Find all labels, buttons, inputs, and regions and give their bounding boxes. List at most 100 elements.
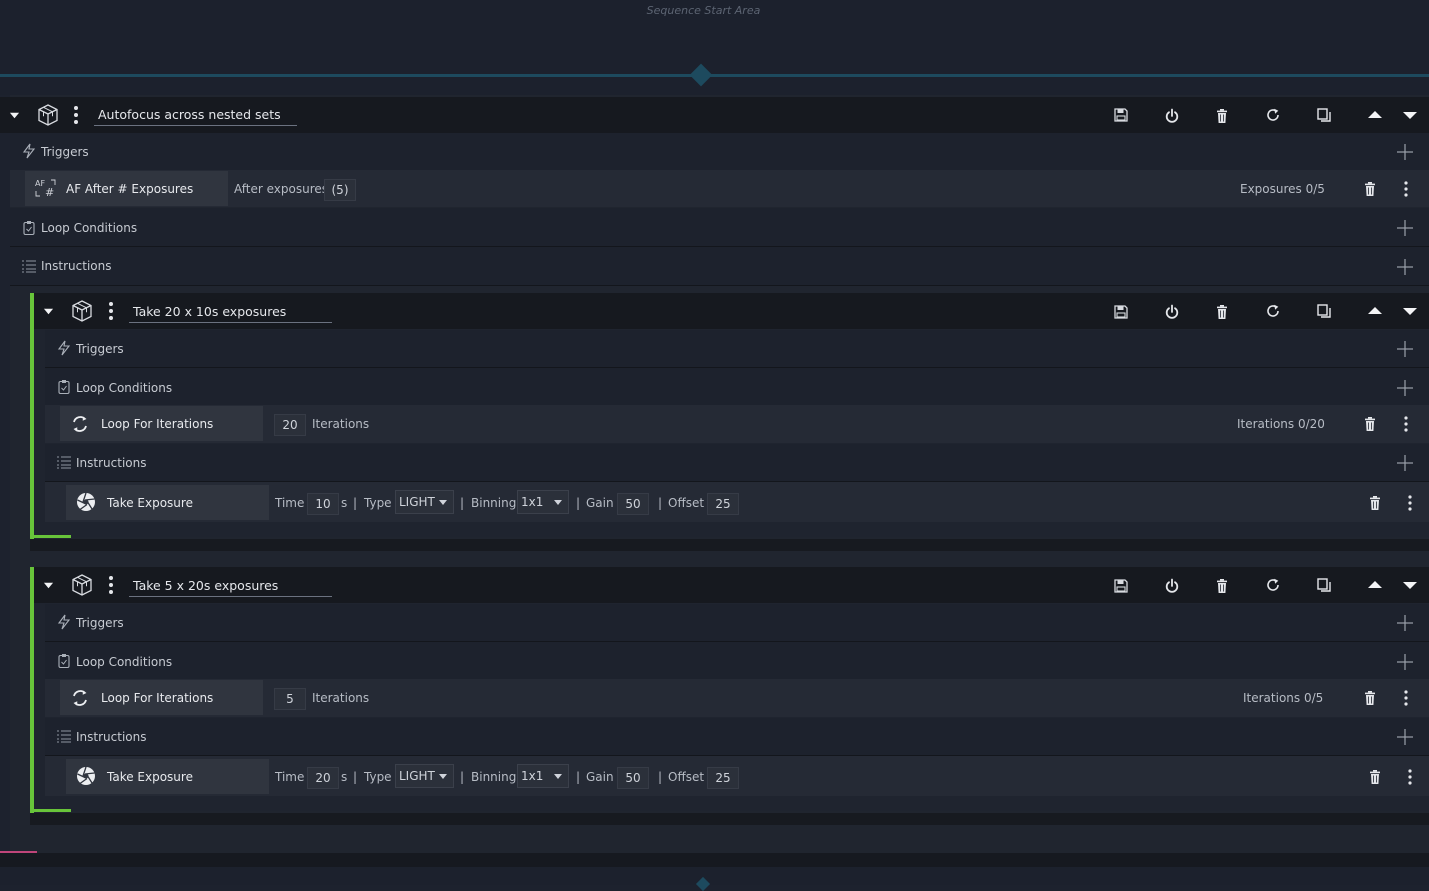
kebab-menu-icon[interactable]	[108, 300, 114, 322]
move-up-icon[interactable]	[1367, 107, 1383, 123]
plus-icon[interactable]	[1396, 379, 1414, 397]
kebab-menu-icon[interactable]	[1407, 768, 1413, 786]
kebab-menu-icon[interactable]	[1407, 494, 1413, 512]
kebab-menu-icon[interactable]	[1403, 180, 1409, 198]
triggers-section	[45, 330, 1429, 368]
loop-conditions-section	[10, 208, 1429, 247]
plus-icon[interactable]	[1396, 728, 1414, 746]
reset-icon[interactable]	[1265, 303, 1281, 319]
kebab-menu-icon[interactable]	[1403, 689, 1409, 707]
kebab-menu-icon[interactable]	[108, 574, 114, 596]
set-footer-divider	[30, 813, 1429, 825]
plus-icon[interactable]	[1396, 454, 1414, 472]
trash-icon[interactable]	[1362, 690, 1378, 706]
time-label: Time	[275, 496, 305, 510]
binning-select[interactable]: 1x1	[517, 490, 569, 514]
reset-icon[interactable]	[1265, 577, 1281, 593]
trash-icon[interactable]	[1362, 181, 1378, 197]
binning-value: 1x1	[521, 495, 544, 509]
duplicate-icon[interactable]	[1316, 577, 1332, 593]
plus-icon[interactable]	[1396, 653, 1414, 671]
time-input[interactable]: 10	[307, 493, 339, 515]
trigger-icon	[57, 340, 71, 356]
trash-icon[interactable]	[1367, 769, 1383, 785]
reset-icon[interactable]	[1265, 107, 1281, 123]
iterations-input[interactable]: 5	[274, 688, 306, 710]
iterations-status: Iterations 0/20	[1237, 417, 1325, 431]
plus-icon[interactable]	[1396, 340, 1414, 358]
move-up-icon[interactable]	[1367, 577, 1383, 593]
trigger-icon	[57, 614, 71, 630]
trash-icon[interactable]	[1214, 304, 1230, 320]
separator: |	[576, 496, 581, 510]
type-label: Type	[364, 770, 392, 784]
move-down-icon[interactable]	[1402, 107, 1418, 123]
binning-label: Binning	[471, 770, 517, 784]
offset-input[interactable]: 25	[707, 767, 739, 789]
loop-icon	[70, 414, 90, 434]
move-down-icon[interactable]	[1402, 577, 1418, 593]
active-indicator	[30, 567, 34, 813]
triggers-label: Triggers	[76, 616, 124, 630]
trash-icon[interactable]	[1367, 495, 1383, 511]
time-input[interactable]: 20	[307, 767, 339, 789]
af-icon	[34, 178, 58, 198]
plus-icon[interactable]	[1396, 143, 1414, 161]
trash-icon[interactable]	[1214, 578, 1230, 594]
gain-input[interactable]: 50	[617, 493, 649, 515]
power-icon[interactable]	[1164, 578, 1180, 594]
duplicate-icon[interactable]	[1316, 107, 1332, 123]
move-up-icon[interactable]	[1367, 303, 1383, 319]
kebab-menu-icon[interactable]	[1403, 415, 1409, 433]
aperture-icon	[76, 492, 96, 512]
instructions-section	[10, 247, 1429, 286]
separator: |	[353, 770, 358, 784]
instructions-icon	[56, 455, 72, 469]
collapse-icon[interactable]	[43, 306, 54, 317]
collapse-icon[interactable]	[9, 110, 20, 121]
type-value: LIGHT	[399, 495, 435, 509]
gain-input[interactable]: 50	[617, 767, 649, 789]
trigger-status: Exposures 0/5	[1240, 182, 1325, 196]
save-icon[interactable]	[1113, 304, 1129, 320]
triggers-section	[45, 604, 1429, 642]
plus-icon[interactable]	[1396, 219, 1414, 237]
exposure-name: Take Exposure	[107, 496, 193, 510]
triggers-label: Triggers	[76, 342, 124, 356]
plus-icon[interactable]	[1396, 258, 1414, 276]
trigger-icon	[22, 143, 36, 159]
trash-icon[interactable]	[1362, 416, 1378, 432]
set-footer-divider	[30, 539, 1429, 551]
set-title-input[interactable]: Take 20 x 10s exposures	[129, 304, 332, 323]
separator: |	[576, 770, 581, 784]
type-select[interactable]: LIGHT	[395, 490, 454, 514]
offset-input[interactable]: 25	[707, 493, 739, 515]
duplicate-icon[interactable]	[1316, 303, 1332, 319]
loop-conditions-label: Loop Conditions	[76, 655, 173, 669]
move-down-icon[interactable]	[1402, 303, 1418, 319]
trash-icon[interactable]	[1214, 108, 1230, 124]
save-icon[interactable]	[1113, 578, 1129, 594]
type-label: Type	[364, 496, 392, 510]
iterations-input[interactable]: 20	[274, 414, 306, 436]
aperture-icon	[76, 766, 96, 786]
save-icon[interactable]	[1113, 107, 1129, 123]
power-icon[interactable]	[1164, 108, 1180, 124]
loop-conditions-icon	[57, 379, 71, 395]
active-indicator-foot	[30, 809, 71, 812]
type-select[interactable]: LIGHT	[395, 764, 454, 788]
power-icon[interactable]	[1164, 304, 1180, 320]
sequence-start-label: Sequence Start Area	[646, 4, 761, 17]
chevron-down-icon	[554, 500, 562, 505]
collapse-icon[interactable]	[43, 580, 54, 591]
gain-label: Gain	[586, 496, 614, 510]
binning-select[interactable]: 1x1	[517, 764, 569, 788]
offset-label: Offset	[668, 496, 705, 510]
plus-icon[interactable]	[1396, 614, 1414, 632]
trigger-param-input[interactable]: (5)	[324, 179, 356, 201]
set-title-input[interactable]: Take 5 x 20s exposures	[129, 578, 332, 597]
iterations-status: Iterations 0/5	[1243, 691, 1324, 705]
kebab-menu-icon[interactable]	[73, 104, 79, 126]
loop-conditions-label: Loop Conditions	[76, 381, 173, 395]
container-title-input[interactable]: Autofocus across nested sets	[94, 107, 297, 126]
